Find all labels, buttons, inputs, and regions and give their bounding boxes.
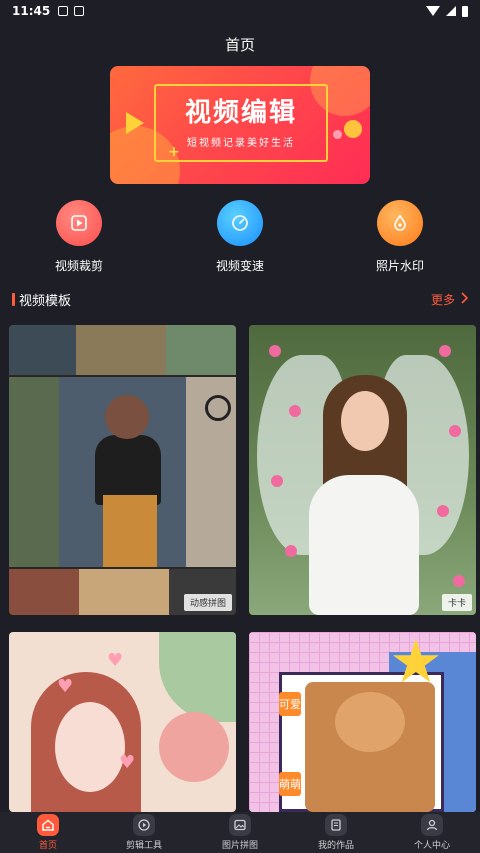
status-time: 11:45: [12, 4, 51, 18]
flower-decoration: [289, 405, 301, 417]
nav-label: 剪辑工具: [125, 841, 162, 851]
template-card[interactable]: ♥ ♥ ♥: [9, 632, 236, 812]
collage-tile: [9, 325, 76, 375]
person-dress: [309, 475, 419, 615]
collage-tile: [76, 325, 166, 375]
sticker-label: 可爱: [279, 692, 301, 716]
feature-video-crop[interactable]: 视频裁剪: [39, 200, 119, 274]
page-title: 首页: [224, 36, 255, 54]
heart-icon: ♥: [107, 650, 124, 671]
decoration-dot: [333, 130, 342, 139]
speedometer-icon: [217, 200, 263, 246]
flower-decoration: [159, 712, 229, 782]
person-figure: [105, 395, 149, 439]
more-button[interactable]: 更多: [430, 291, 469, 308]
feature-photo-watermark[interactable]: 照片水印: [360, 200, 440, 274]
feature-label: 视频变速: [215, 259, 264, 273]
image-icon: [229, 814, 251, 836]
nav-item-home[interactable]: 首页: [0, 812, 96, 853]
flower-decoration: [271, 475, 283, 487]
flower-decoration: [449, 425, 461, 437]
section-accent-bar: [12, 292, 15, 306]
status-bar: 11:45: [0, 0, 480, 22]
feature-video-speed[interactable]: 视频变速: [200, 200, 280, 274]
star-icon: ★: [389, 632, 443, 697]
person-face: [55, 702, 125, 792]
section-title: 视频模板: [19, 293, 72, 309]
nav-item-my-works[interactable]: 我的作品: [288, 812, 384, 853]
document-icon: [325, 814, 347, 836]
banner-subtitle: 短视频记录美好生活: [187, 138, 295, 149]
peace-sign-icon: [205, 395, 231, 421]
decoration-dot: [344, 120, 362, 138]
collage-tile: [9, 377, 59, 567]
flower-decoration: [437, 505, 449, 517]
template-card[interactable]: ★ 可爱 萌萌: [249, 632, 476, 812]
signal-icon: [446, 6, 456, 16]
nav-item-collage[interactable]: 图片拼图: [192, 812, 288, 853]
flower-decoration: [285, 545, 297, 557]
collage-tile: [166, 325, 236, 375]
play-video-icon: [133, 814, 155, 836]
promo-banner[interactable]: + 视频编辑 短视频记录美好生活: [110, 66, 370, 184]
user-icon: [421, 814, 443, 836]
cat-face: [335, 692, 405, 752]
chevron-right-icon: [460, 291, 469, 307]
nav-label: 图片拼图: [221, 841, 258, 851]
template-tag: 卡卡: [441, 594, 472, 611]
collage-tile: [79, 569, 169, 615]
sticker-label: 萌萌: [279, 772, 301, 796]
nav-item-edit-tools[interactable]: 剪辑工具: [96, 812, 192, 853]
template-card[interactable]: 卡卡: [249, 325, 476, 615]
templates-section-header: 视频模板 更多: [12, 289, 469, 309]
nav-label: 我的作品: [317, 841, 354, 851]
wifi-icon: [426, 6, 440, 16]
template-card[interactable]: 动感拼图: [9, 325, 236, 615]
banner-title: 视频编辑: [184, 98, 297, 128]
feature-label: 照片水印: [375, 259, 424, 273]
play-triangle-icon: [126, 112, 144, 134]
notification-icon: [58, 6, 69, 16]
water-drop-icon: [377, 200, 423, 246]
flower-decoration: [439, 345, 451, 357]
play-video-icon: [56, 200, 102, 246]
leaf-decoration: [159, 632, 236, 722]
heart-icon: ♥: [119, 752, 136, 773]
flower-decoration: [453, 575, 465, 587]
bottom-nav: 首页 剪辑工具 图片拼图 我的作品 个人中心: [0, 812, 480, 853]
notification-icon: [74, 6, 85, 16]
more-label: 更多: [430, 292, 455, 307]
nav-item-profile[interactable]: 个人中心: [384, 812, 480, 853]
nav-label: 首页: [38, 841, 57, 851]
home-icon: [37, 814, 59, 836]
person-figure: [103, 495, 157, 567]
feature-label: 视频裁剪: [54, 259, 103, 273]
status-indicators: [426, 5, 468, 17]
heart-icon: ♥: [57, 676, 74, 697]
battery-icon: [462, 5, 468, 17]
collage-tile: [9, 569, 79, 615]
nav-label: 个人中心: [413, 841, 450, 851]
template-tag: 动感拼图: [183, 594, 232, 611]
flower-decoration: [269, 345, 281, 357]
person-face: [341, 391, 389, 451]
